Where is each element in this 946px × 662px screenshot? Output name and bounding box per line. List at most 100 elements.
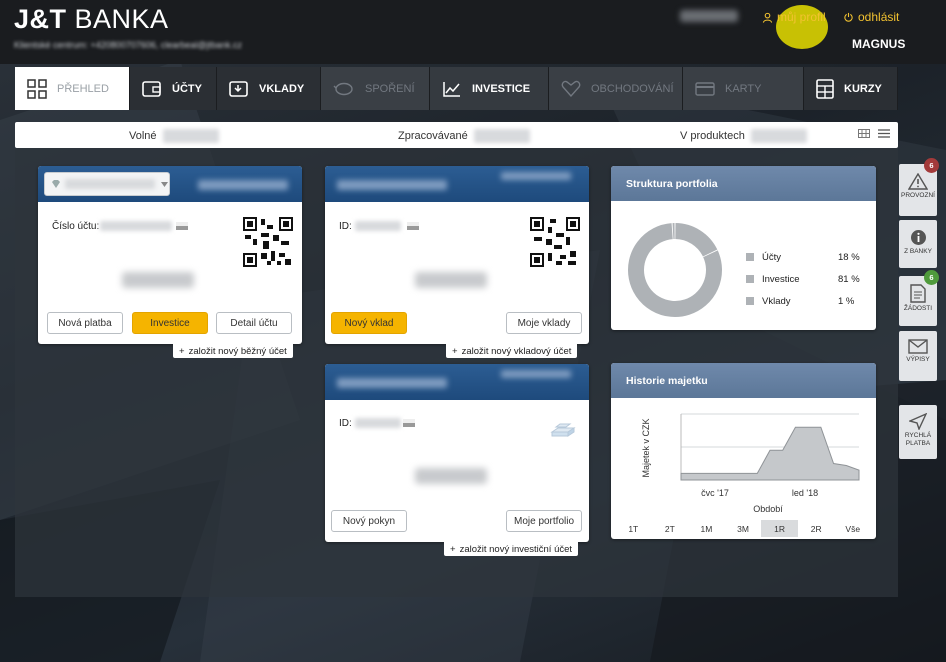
range-1t[interactable]: 1T — [615, 520, 652, 537]
header-info-blurred — [198, 180, 288, 190]
legend-row-accounts: Účty 18 % — [746, 246, 860, 268]
nav-label: OBCHODOVÁNÍ — [591, 82, 674, 95]
range-2t[interactable]: 2T — [652, 520, 689, 537]
sidebar-item-quick-payment[interactable]: RYCHLÁ PLATBA — [899, 405, 937, 459]
sidebar-label: ŽÁDOSTI — [903, 305, 933, 312]
grid-icon — [27, 78, 47, 99]
range-2r[interactable]: 2R — [798, 520, 835, 537]
info-icon — [910, 230, 926, 245]
range-all[interactable]: Vše — [834, 520, 871, 537]
deposit-id-label: ID: — [339, 221, 352, 232]
portfolio-donut-chart[interactable] — [626, 221, 724, 319]
my-portfolio-button[interactable]: Moje portfolio — [506, 510, 582, 532]
add-deposit-account-link[interactable]: + založit nový vkladový účet — [446, 344, 578, 358]
main-nav: PŘEHLED ÚČTY VKLADY SPOŘENÍ INVESTICE OB… — [15, 67, 898, 110]
history-title: Historie majetku — [611, 363, 876, 398]
new-payment-button[interactable]: Nová platba — [47, 312, 123, 334]
nav-item-investments[interactable]: INVESTICE — [430, 67, 549, 110]
username[interactable]: MAGNUS — [852, 37, 905, 51]
nav-item-accounts[interactable]: ÚČTY — [130, 67, 217, 110]
nav-item-savings[interactable]: SPOŘENÍ — [321, 67, 430, 110]
nav-item-cards[interactable]: KARTY — [683, 67, 804, 110]
flag-cz-icon — [407, 222, 419, 230]
nav-item-overview[interactable]: PŘEHLED — [15, 67, 130, 110]
add-current-account-link[interactable]: + založit nový běžný účet — [173, 344, 293, 358]
qr-code[interactable] — [243, 217, 293, 267]
power-icon — [844, 12, 853, 22]
investment-card-header — [325, 364, 589, 400]
history-area-series[interactable] — [680, 426, 860, 481]
nav-item-deposits[interactable]: VKLADY — [217, 67, 321, 110]
legend-value: 1 % — [838, 295, 855, 307]
sidebar-item-operational[interactable]: 6 PROVOZNÍ — [899, 158, 939, 216]
legend-label: Investice — [762, 273, 800, 285]
deposit-balance-blurred — [415, 272, 487, 288]
sidebar-item-statements[interactable]: VÝPISY — [899, 331, 937, 381]
sidebar-item-from-bank[interactable]: Z BANKY — [899, 220, 937, 268]
legend-label: Vklady — [762, 295, 791, 307]
nav-label: PŘEHLED — [57, 82, 109, 95]
account-detail-button[interactable]: Detail účtu — [216, 312, 292, 334]
new-order-button[interactable]: Nový pokyn — [331, 510, 407, 532]
legend-value: 81 % — [838, 273, 860, 285]
nav-label: SPOŘENÍ — [365, 82, 415, 95]
investment-id-blurred — [355, 418, 401, 428]
sidebar-item-requests[interactable]: 6 ŽÁDOSTI — [899, 270, 939, 326]
account-card-header — [38, 166, 302, 202]
notification-badge: 6 — [924, 158, 939, 173]
tiles-view-icon[interactable] — [858, 129, 870, 138]
my-deposits-button[interactable]: Moje vklady — [506, 312, 582, 334]
history-y-axis-label: Majetek v CZK — [641, 418, 651, 477]
card-icon — [695, 81, 715, 96]
products-label: V produktech — [680, 130, 745, 142]
plus-icon: + — [179, 345, 185, 357]
add-investment-account-link[interactable]: + založit nový investiční účet — [444, 542, 579, 556]
header-info-blurred — [337, 180, 447, 190]
legend-value: 18 % — [838, 251, 860, 263]
donut-slice-Účty[interactable] — [674, 223, 718, 257]
piggybank-icon — [333, 82, 353, 95]
history-x-axis-label: Období — [753, 504, 783, 514]
profile-link[interactable]: můj profil — [762, 10, 826, 24]
top-header: J&T BANKA Klientské centrum: +4208007076… — [0, 0, 946, 64]
nav-item-trading[interactable]: OBCHODOVÁNÍ — [549, 67, 683, 110]
deposit-id-blurred — [355, 221, 401, 231]
range-1m[interactable]: 1M — [688, 520, 725, 537]
history-area-chart[interactable]: Majetek v CZK čvc '17 led '18 Období — [611, 398, 876, 518]
nav-label: INVESTICE — [472, 82, 531, 95]
investment-button[interactable]: Investice — [132, 312, 208, 334]
deposit-icon — [229, 80, 248, 97]
brand-logo[interactable]: J&T BANKA — [14, 4, 169, 35]
sidebar-label: RYCHLÁ PLATBA — [904, 432, 932, 447]
deposit-card-header — [325, 166, 589, 202]
qr-code[interactable] — [530, 217, 580, 267]
account-number-label: Číslo účtu: — [52, 221, 100, 232]
account-balance-blurred — [122, 272, 194, 288]
range-3m[interactable]: 3M — [725, 520, 762, 537]
send-icon — [909, 413, 927, 430]
profile-link-label: můj profil — [777, 10, 826, 24]
history-range-selector: 1T 2T 1M 3M 1R 2R Vše — [615, 520, 871, 537]
sidebar-label: Z BANKY — [904, 248, 932, 255]
new-deposit-button[interactable]: Nový vklad — [331, 312, 407, 334]
portfolio-legend: Účty 18 % Investice 81 % Vklady 1 % — [746, 246, 860, 312]
flag-cz-icon — [176, 222, 188, 230]
diamond-heart-icon — [561, 80, 581, 97]
account-select[interactable] — [44, 172, 170, 196]
chart-line-icon — [443, 81, 460, 97]
logout-link[interactable]: odhlásit — [843, 10, 899, 24]
nav-item-rates[interactable]: KURZY — [804, 67, 898, 110]
plus-icon: + — [450, 543, 456, 555]
diamond-icon — [52, 180, 60, 188]
portfolio-title: Struktura portfolia — [611, 166, 876, 201]
flag-cz-icon — [403, 419, 415, 427]
legend-swatch — [746, 297, 754, 305]
history-x-tick-0: čvc '17 — [701, 488, 729, 498]
list-view-icon[interactable] — [878, 129, 890, 138]
free-value-blurred — [162, 129, 219, 143]
legend-swatch — [746, 275, 754, 283]
user-icon — [762, 12, 773, 23]
sidebar-label: VÝPISY — [906, 356, 930, 363]
nav-label: KARTY — [725, 82, 762, 95]
range-1r[interactable]: 1R — [761, 520, 798, 537]
